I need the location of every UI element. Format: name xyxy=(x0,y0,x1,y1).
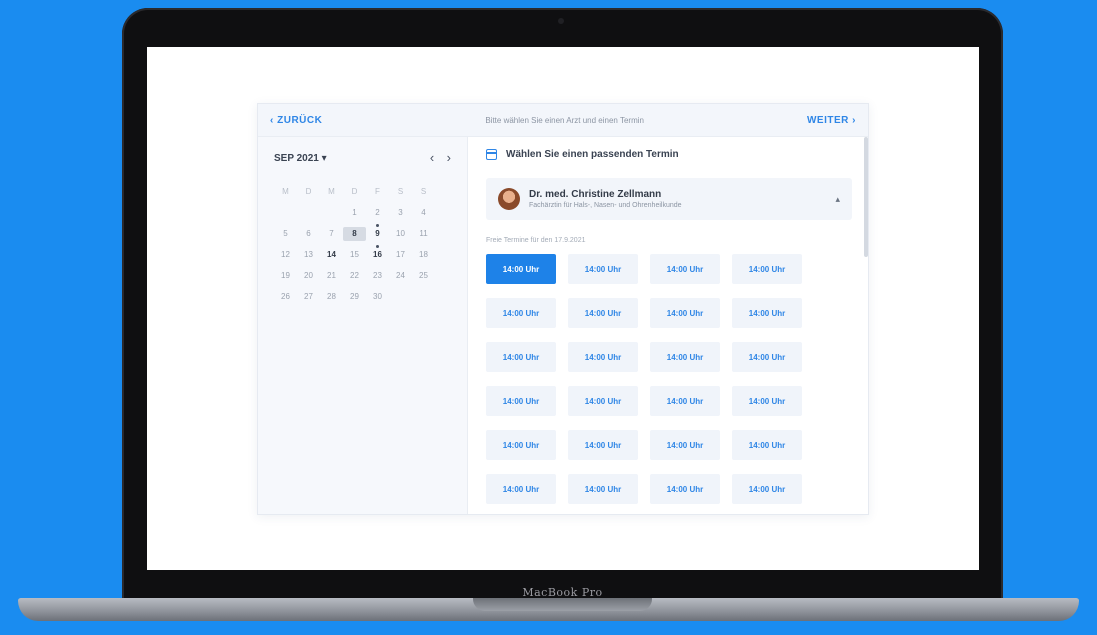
time-slot-button[interactable]: 14:00 Uhr xyxy=(568,430,638,460)
calendar-day[interactable]: 25 xyxy=(412,269,435,283)
calendar-day[interactable]: 4 xyxy=(412,206,435,220)
calendar-grid: M D M D F S S 1 2 3 4 5 6 7 8 9 10 11 12 13 14 15 16 17 18 19 20 21… xyxy=(274,185,451,304)
avatar-icon xyxy=(498,188,520,210)
calendar-day[interactable]: 14 xyxy=(320,248,343,262)
available-slots-date: Freie Termine für den 17.9.2021 xyxy=(486,237,586,244)
time-slot-button[interactable]: 14:00 Uhr xyxy=(650,254,720,284)
time-slot-button[interactable]: 14:00 Uhr xyxy=(650,474,720,504)
calendar-day[interactable]: 9 xyxy=(366,224,389,241)
time-slot-button[interactable]: 14:00 Uhr xyxy=(650,430,720,460)
calendar-day[interactable]: 5 xyxy=(274,227,297,241)
time-slot-button[interactable]: 14:00 Uhr xyxy=(486,386,556,416)
weekday-label: M xyxy=(282,187,289,196)
calendar-day[interactable]: 6 xyxy=(297,227,320,241)
time-slot-button[interactable]: 14:00 Uhr xyxy=(568,254,638,284)
time-slot-button[interactable]: 14:00 Uhr xyxy=(568,298,638,328)
weekday-label: F xyxy=(375,187,380,196)
calendar-empty-cell xyxy=(389,290,412,304)
weekday-label: S xyxy=(397,187,404,196)
laptop-lid: ‹ ZURÜCK Bitte wählen Sie einen Arzt und… xyxy=(122,8,1003,606)
doctor-selector[interactable]: Dr. med. Christine Zellmann Fachärztin f… xyxy=(486,178,852,220)
calendar-day[interactable]: 12 xyxy=(274,248,297,262)
calendar-day[interactable]: 27 xyxy=(297,290,320,304)
appointment-panel: Wählen Sie einen passenden Termin Dr. me… xyxy=(468,137,868,514)
calendar-header: SEP 2021 ▾ ‹ › xyxy=(274,149,451,167)
calendar-empty-cell xyxy=(274,206,297,220)
calendar-day[interactable]: 18 xyxy=(412,248,435,262)
calendar-day[interactable]: 24 xyxy=(389,269,412,283)
time-slot-grid: 14:00 Uhr 14:00 Uhr 14:00 Uhr 14:00 Uhr 14:0… xyxy=(486,254,852,504)
calendar-day[interactable]: 11 xyxy=(412,227,435,241)
next-button[interactable]: WEITER › xyxy=(807,115,856,126)
time-slot-button[interactable]: 14:00 Uhr xyxy=(568,342,638,372)
calendar-empty-cell xyxy=(320,206,343,220)
weekday-label: M xyxy=(328,187,335,196)
weekday-label: S xyxy=(420,187,427,196)
calendar-day[interactable]: 23 xyxy=(366,269,389,283)
time-slot-button[interactable]: 14:00 Uhr xyxy=(486,474,556,504)
calendar-day[interactable]: 19 xyxy=(274,269,297,283)
booking-columns: SEP 2021 ▾ ‹ › M D M D F S S 1 2 3 4 5 6 7 8 9 10 11 12 13 1… xyxy=(258,137,868,514)
time-slot-button[interactable]: 14:00 Uhr xyxy=(486,298,556,328)
time-slot-button[interactable]: 14:00 Uhr xyxy=(650,298,720,328)
time-slot-button[interactable]: 14:00 Uhr xyxy=(486,430,556,460)
time-slot-button[interactable]: 14:00 Uhr xyxy=(732,430,802,460)
month-selector[interactable]: SEP 2021 ▾ xyxy=(274,153,327,164)
calendar-day[interactable]: 30 xyxy=(366,290,389,304)
calendar-day[interactable]: 15 xyxy=(343,248,366,262)
laptop-screen: ‹ ZURÜCK Bitte wählen Sie einen Arzt und… xyxy=(147,47,979,570)
back-button[interactable]: ‹ ZURÜCK xyxy=(270,115,322,126)
calendar-panel: SEP 2021 ▾ ‹ › M D M D F S S 1 2 3 4 5 6 7 8 9 10 11 12 13 1… xyxy=(258,137,468,514)
time-slot-button[interactable]: 14:00 Uhr xyxy=(486,342,556,372)
time-slot-button[interactable]: 14:00 Uhr xyxy=(568,386,638,416)
booking-widget: ‹ ZURÜCK Bitte wählen Sie einen Arzt und… xyxy=(257,103,869,515)
time-slot-button[interactable]: 14:00 Uhr xyxy=(568,474,638,504)
weekday-label: D xyxy=(305,187,312,196)
time-slot-button[interactable]: 14:00 Uhr xyxy=(732,342,802,372)
appointment-heading: Wählen Sie einen passenden Termin xyxy=(486,149,852,160)
time-slot-button[interactable]: 14:00 Uhr xyxy=(732,474,802,504)
chevron-up-icon[interactable]: ▴ xyxy=(835,194,840,205)
calendar-empty-cell xyxy=(297,206,320,220)
calendar-day[interactable]: 28 xyxy=(320,290,343,304)
calendar-day[interactable]: 29 xyxy=(343,290,366,304)
doctor-specialty: Fachärztin für Hals-, Nasen- und Ohrenhe… xyxy=(529,202,682,209)
calendar-icon xyxy=(486,149,497,160)
calendar-day[interactable]: 22 xyxy=(343,269,366,283)
time-slot-button[interactable]: 14:00 Uhr xyxy=(486,254,556,284)
calendar-day[interactable]: 17 xyxy=(389,248,412,262)
calendar-empty-cell xyxy=(412,290,435,304)
month-navigation: ‹ › xyxy=(422,149,451,167)
camera-icon xyxy=(558,18,564,24)
time-slot-button[interactable]: 14:00 Uhr xyxy=(732,254,802,284)
calendar-day[interactable]: 8 xyxy=(343,227,366,241)
time-slot-button[interactable]: 14:00 Uhr xyxy=(650,342,720,372)
calendar-day[interactable]: 1 xyxy=(343,206,366,220)
chevron-right-icon[interactable]: › xyxy=(447,150,451,165)
calendar-day[interactable]: 16 xyxy=(366,245,389,262)
calendar-day[interactable]: 7 xyxy=(320,227,343,241)
time-slot-button[interactable]: 14:00 Uhr xyxy=(650,386,720,416)
calendar-day[interactable]: 2 xyxy=(366,206,389,220)
appointment-heading-text: Wählen Sie einen passenden Termin xyxy=(506,149,679,160)
calendar-day[interactable]: 20 xyxy=(297,269,320,283)
weekday-label: D xyxy=(351,187,358,196)
scrollbar[interactable] xyxy=(864,137,868,257)
doctor-info: Dr. med. Christine Zellmann Fachärztin f… xyxy=(529,189,682,209)
doctor-name: Dr. med. Christine Zellmann xyxy=(529,189,662,200)
instruction-text: Bitte wählen Sie einen Arzt und einen Te… xyxy=(485,115,644,125)
calendar-day[interactable]: 26 xyxy=(274,290,297,304)
calendar-day[interactable]: 3 xyxy=(389,206,412,220)
time-slot-button[interactable]: 14:00 Uhr xyxy=(732,298,802,328)
calendar-day[interactable]: 10 xyxy=(389,227,412,241)
calendar-day[interactable]: 13 xyxy=(297,248,320,262)
time-slot-button[interactable]: 14:00 Uhr xyxy=(732,386,802,416)
laptop-notch xyxy=(473,598,652,611)
top-navigation-bar: ‹ ZURÜCK Bitte wählen Sie einen Arzt und… xyxy=(258,104,868,137)
chevron-left-icon[interactable]: ‹ xyxy=(430,150,434,165)
calendar-day[interactable]: 21 xyxy=(320,269,343,283)
